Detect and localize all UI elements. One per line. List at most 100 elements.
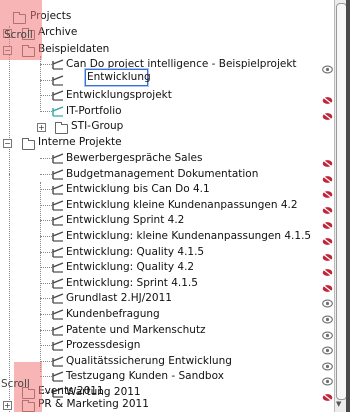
- tree-node-sti-group[interactable]: STI-Group: [71, 118, 123, 134]
- tree-node-label: Testzugang Kunden - Sandbox: [66, 370, 224, 383]
- visible-eye-icon[interactable]: [322, 293, 333, 308]
- tree-guide-line: [9, 174, 10, 412]
- project-icon: [51, 229, 65, 243]
- project-icon: [51, 182, 65, 196]
- tree-node-beispiel-item[interactable]: IT-Portfolio: [66, 103, 122, 119]
- window-edge: [346, 0, 350, 412]
- hidden-status-icon[interactable]: [322, 262, 333, 277]
- rename-input-value: Entwicklung: [87, 71, 151, 83]
- hidden-status-icon[interactable]: [322, 231, 333, 246]
- tree-node-interne-item[interactable]: Entwicklung: Sprint 4.1.5: [66, 275, 198, 291]
- tree-node-interne-item[interactable]: Entwicklung: kleine Kundenanpassungen 4.…: [66, 228, 311, 244]
- visible-eye-icon[interactable]: [322, 309, 333, 324]
- tree-node-label: Patente und Markenschutz: [66, 323, 206, 336]
- project-icon: [51, 276, 65, 290]
- project-icon: [51, 167, 65, 181]
- tree-node-label: Entwicklung: Quality 4.1.5: [66, 245, 205, 258]
- project-icon: [51, 369, 65, 383]
- tree-node-interne-item[interactable]: Entwicklung bis Can Do 4.1: [66, 181, 210, 197]
- project-icon: [51, 354, 65, 368]
- tree-node-beispiel-item[interactable]: Entwicklungsprojekt: [66, 87, 172, 103]
- hidden-status-icon[interactable]: [322, 215, 333, 230]
- project-icon: [51, 151, 65, 165]
- hidden-status-icon[interactable]: [322, 90, 333, 105]
- tree-node-interne-item[interactable]: Entwicklung kleine Kundenanpassungen 4.2: [66, 197, 298, 213]
- project-icon: [51, 73, 65, 87]
- project-icon: [51, 213, 65, 227]
- collapse-icon[interactable]: −: [3, 139, 12, 148]
- tree-node-interne-item[interactable]: Grundlast 2.HJ/2011: [66, 290, 172, 306]
- tree-node-beispieldaten[interactable]: Beispieldaten: [38, 41, 109, 57]
- scroll-overlay-label: Scroll: [4, 29, 33, 41]
- project-icon: [51, 88, 65, 102]
- project-icon: [51, 338, 65, 352]
- tree-guide-line: [40, 182, 41, 372]
- project-icon: [51, 57, 65, 71]
- rename-input[interactable]: Entwicklung: [85, 69, 151, 86]
- tree-node-label: STI-Group: [71, 120, 124, 132]
- tree-node-label: Entwicklungsprojekt: [66, 89, 172, 102]
- folder-icon: [55, 122, 68, 134]
- hidden-status-icon[interactable]: [322, 184, 333, 199]
- hidden-status-icon[interactable]: [322, 247, 333, 262]
- tree-node-interne-item[interactable]: Entwicklung: Quality 4.2: [66, 259, 194, 275]
- folder-icon: [22, 138, 35, 150]
- hidden-status-icon[interactable]: [322, 106, 333, 121]
- tree-node-label: Entwicklung: Quality 4.2: [66, 261, 195, 274]
- visible-eye-icon[interactable]: [322, 325, 333, 340]
- project-icon: [51, 260, 65, 274]
- visible-eye-icon[interactable]: [322, 371, 333, 386]
- project-tree-panel: Projects + Archive − Beispieldaten Can D…: [0, 0, 346, 412]
- visible-eye-icon[interactable]: [322, 340, 333, 355]
- project-icon: [51, 245, 65, 259]
- hidden-status-icon[interactable]: [322, 169, 333, 184]
- tree-node-interne-item[interactable]: Patente und Markenschutz: [66, 322, 206, 338]
- scrollbar-thumb[interactable]: [336, 3, 346, 400]
- tree-node-label: Bewerbergespräche Sales: [66, 152, 203, 164]
- tree-node-interne-item[interactable]: Kundenbefragung: [66, 306, 160, 322]
- tree-node-label: Entwicklung: kleine Kundenanpassungen 4.…: [66, 230, 312, 242]
- tree-node-label: Entwicklung Sprint 4.2: [66, 214, 185, 227]
- visible-eye-icon[interactable]: [322, 356, 333, 371]
- tree-node-interne-item[interactable]: Prozessdesign: [66, 337, 140, 353]
- tree-node-interne-item[interactable]: Qualitätssicherung Entwicklung: [66, 353, 232, 369]
- tree-node-archive[interactable]: Archive: [38, 24, 77, 40]
- tree-node-interne-item[interactable]: Entwicklung Sprint 4.2: [66, 212, 184, 228]
- tree-node-label: Qualitätssicherung Entwicklung: [66, 354, 232, 367]
- tree-node-label: Kundenbefragung: [66, 308, 160, 320]
- tree-node-label: IT-Portfolio: [66, 104, 122, 117]
- project-icon: [51, 307, 65, 321]
- tree-node-interne-item[interactable]: Entwicklung: Quality 4.1.5: [66, 244, 204, 260]
- scroll-overlay-bottom[interactable]: Scroll: [1, 362, 42, 412]
- scroll-overlay-label: Scroll: [1, 378, 30, 390]
- tree-node-label: Entwicklung kleine Kundenanpassungen 4.2: [66, 198, 298, 211]
- tree-node-label: PR & Marketing 2011: [38, 398, 149, 410]
- vertical-scrollbar[interactable]: ▼: [334, 0, 346, 412]
- tree-node-interne-item[interactable]: Budgetmanagement Dokumentation: [66, 166, 258, 182]
- hidden-status-icon[interactable]: [322, 153, 333, 168]
- project-icon: [51, 323, 65, 337]
- hidden-status-icon[interactable]: [322, 278, 333, 293]
- tree-node-label: Beispieldaten: [38, 43, 110, 55]
- project-icon: [51, 291, 65, 305]
- hidden-status-icon[interactable]: [322, 200, 333, 215]
- tree-node-label: Prozessdesign: [66, 339, 141, 352]
- tree-node-pr-marketing-2011[interactable]: PR & Marketing 2011: [38, 396, 149, 412]
- expand-icon[interactable]: +: [3, 401, 12, 410]
- hidden-status-icon[interactable]: [322, 387, 333, 402]
- scroll-overlay-top[interactable]: Scroll: [0, 0, 42, 60]
- tree-node-interne-item[interactable]: Testzugang Kunden - Sandbox: [66, 368, 224, 384]
- tree-node-label: Interne Projekte: [38, 136, 122, 148]
- tree-node-interne-projekte[interactable]: Interne Projekte: [38, 134, 122, 150]
- tree-node-label: Grundlast 2.HJ/2011: [66, 292, 172, 305]
- project-icon: [51, 198, 65, 212]
- tree-node-label: Entwicklung: Sprint 4.1.5: [66, 276, 198, 289]
- tree-node-interne-item[interactable]: Bewerbergespräche Sales: [66, 150, 202, 166]
- tree-node-label: Archive: [38, 26, 78, 38]
- project-icon: [51, 104, 65, 118]
- expand-icon[interactable]: +: [37, 123, 46, 132]
- scroll-down-arrow-icon[interactable]: ▼: [336, 400, 341, 408]
- visible-eye-icon[interactable]: [322, 59, 333, 74]
- tree-node-label: Budgetmanagement Dokumentation: [66, 167, 259, 180]
- tree-node-label: Entwicklung bis Can Do 4.1: [66, 183, 210, 196]
